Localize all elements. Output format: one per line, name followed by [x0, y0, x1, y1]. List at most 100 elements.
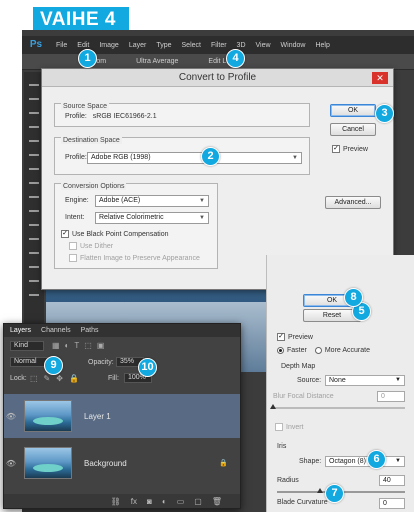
menu-window[interactable]: Window	[281, 42, 306, 49]
destination-profile-label: Profile:	[65, 154, 87, 161]
iris-label: Iris	[277, 443, 287, 450]
move-tool-icon[interactable]	[29, 84, 39, 86]
mask-icon[interactable]: ◙	[147, 497, 152, 506]
intent-value: Relative Colorimetric	[99, 214, 164, 221]
menu-help[interactable]: Help	[315, 42, 329, 49]
fill-label: Fill:	[108, 375, 119, 382]
chevron-down-icon: ▼	[292, 155, 298, 161]
callout-6: 6	[367, 450, 386, 469]
conversion-options-group: Conversion Options Engine: Adobe (ACE) ▼…	[54, 183, 218, 269]
blur-focal-input[interactable]: 0	[377, 391, 405, 402]
source-label: Source:	[297, 377, 322, 384]
source-profile-label: Profile:	[65, 113, 87, 120]
filter-preview-label: Preview	[288, 333, 313, 341]
pen-tool-icon[interactable]	[29, 280, 39, 282]
photoshop-logo: Ps	[29, 39, 43, 50]
fx-icon[interactable]: fx	[131, 497, 137, 506]
menu-image[interactable]: Image	[99, 42, 118, 49]
intent-select[interactable]: Relative Colorimetric ▼	[95, 212, 209, 224]
link-icon[interactable]: ⛓	[111, 497, 121, 506]
blur-tool-icon[interactable]	[29, 252, 39, 254]
advanced-button[interactable]: Advanced...	[325, 196, 381, 209]
adjustment-icon[interactable]: ◐	[162, 497, 167, 506]
callout-10: 10	[138, 358, 157, 377]
quick-select-tool-icon[interactable]	[29, 126, 39, 128]
layer-row[interactable]: 👁 Layer 1	[4, 394, 240, 438]
tab-channels[interactable]: Channels	[41, 327, 71, 334]
folder-icon[interactable]: ▭	[177, 497, 185, 506]
destination-space-group: Destination Space Profile: Adobe RGB (19…	[54, 137, 310, 175]
tab-paths[interactable]: Paths	[81, 327, 99, 334]
marquee-tool-icon[interactable]	[29, 98, 39, 100]
eraser-tool-icon[interactable]	[29, 224, 39, 226]
filter-icons[interactable]: ▦◐T⬚▣	[52, 341, 109, 350]
brush-tool-icon[interactable]	[29, 182, 39, 184]
menu-3d[interactable]: 3D	[237, 42, 246, 49]
depth-source-select[interactable]: None ▼	[325, 375, 405, 386]
conversion-options-label: Conversion Options	[61, 183, 127, 190]
invert-checkbox[interactable]	[275, 423, 283, 431]
menu-select[interactable]: Select	[182, 42, 201, 49]
destination-profile-select[interactable]: Adobe RGB (1998) ▼	[87, 152, 302, 164]
eye-icon[interactable]: 👁	[4, 412, 18, 421]
kind-filter-select[interactable]: Kind	[10, 341, 44, 351]
callout-3: 3	[375, 104, 394, 123]
new-layer-icon[interactable]: ▢	[194, 497, 202, 506]
menu-type[interactable]: Type	[156, 42, 171, 49]
close-icon[interactable]: ✕	[372, 72, 388, 84]
crop-tool-icon[interactable]	[29, 140, 39, 142]
use-dither-checkbox[interactable]	[69, 242, 77, 250]
slider-thumb-icon[interactable]	[317, 488, 323, 493]
blade-curvature-input[interactable]: 0	[379, 498, 405, 509]
menu-file[interactable]: File	[56, 42, 67, 49]
cancel-button[interactable]: Cancel	[330, 123, 376, 136]
engine-value: Adobe (ACE)	[99, 197, 141, 204]
dodge-tool-icon[interactable]	[29, 266, 39, 268]
destination-profile-value: Adobe RGB (1998)	[91, 154, 151, 161]
chevron-down-icon: ▼	[395, 377, 401, 383]
history-brush-tool-icon[interactable]	[29, 210, 39, 212]
layers-bottom-bar: ⛓ fx ◙ ◐ ▭ ▢ 🗑	[4, 494, 240, 508]
depth-source-value: None	[329, 377, 346, 384]
menu-filter[interactable]: Filter	[211, 42, 227, 49]
flatten-checkbox[interactable]	[69, 254, 77, 262]
lasso-tool-icon[interactable]	[29, 112, 39, 114]
menu-layer[interactable]: Layer	[129, 42, 147, 49]
iris-shape-select[interactable]: Octagon (8) ▼	[325, 456, 405, 467]
callout-8: 8	[344, 288, 363, 307]
use-bpc-checkbox[interactable]: ✓	[61, 230, 69, 238]
callout-7: 7	[325, 484, 344, 503]
stamp-tool-icon[interactable]	[29, 196, 39, 198]
trash-icon[interactable]: 🗑	[212, 497, 222, 506]
lock-icon: 🔒	[219, 460, 228, 467]
layers-tabs: Layers Channels Paths	[4, 324, 240, 337]
type-tool-icon[interactable]	[29, 294, 39, 296]
eyedropper-tool-icon[interactable]	[29, 154, 39, 156]
radius-input[interactable]: 40	[379, 475, 405, 486]
menu-edit[interactable]: Edit	[77, 42, 89, 49]
blur-focal-slider[interactable]	[270, 404, 405, 409]
more-accurate-radio[interactable]	[314, 347, 322, 354]
opacity-label: Opacity:	[88, 359, 114, 366]
use-bpc-label: Use Black Point Compensation	[72, 230, 169, 238]
engine-label: Engine:	[65, 197, 89, 204]
layer-thumbnail	[24, 400, 72, 432]
healing-tool-icon[interactable]	[29, 168, 39, 170]
eye-icon[interactable]: 👁	[4, 459, 18, 468]
slider-thumb-icon[interactable]	[270, 404, 276, 409]
shape-label: Shape:	[299, 458, 322, 465]
tab-layers[interactable]: Layers	[10, 327, 31, 334]
source-space-label: Source Space	[61, 103, 109, 110]
filter-preview-checkbox[interactable]: ✓	[277, 333, 285, 341]
layer-name: Background	[84, 458, 127, 468]
ok-button[interactable]: OK	[330, 104, 376, 117]
menu-view[interactable]: View	[256, 42, 271, 49]
gradient-tool-icon[interactable]	[29, 238, 39, 240]
layer-row[interactable]: 👁 Background 🔒	[4, 441, 240, 485]
options-mode[interactable]: Ultra Average	[136, 58, 178, 65]
faster-radio[interactable]	[277, 347, 284, 354]
engine-select[interactable]: Adobe (ACE) ▼	[95, 195, 209, 207]
preview-checkbox[interactable]: ✓	[332, 145, 340, 153]
iris-shape-value: Octagon (8)	[329, 458, 366, 465]
lock-icons[interactable]: ⬚✎✥🔒	[30, 374, 85, 383]
